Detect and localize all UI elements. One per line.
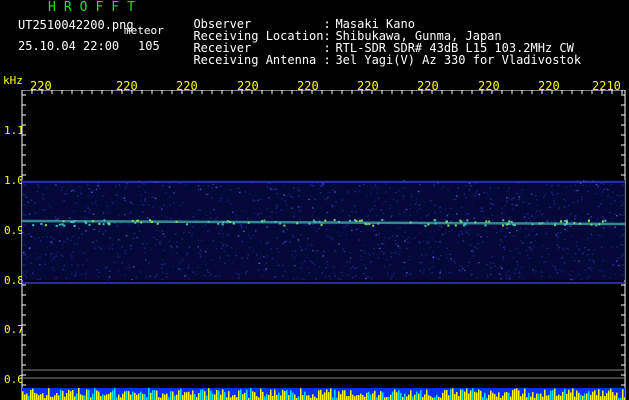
info-row-receiver: Receiver: RTL-SDR SDR# 43dB L15 103.2MHz …	[179, 30, 573, 54]
meteor-label: meteor	[124, 24, 164, 37]
info-row-observer: Observer: Masaki Kano	[179, 6, 414, 30]
filename: UT2510042200.png	[18, 18, 134, 32]
baseline-strip	[22, 388, 626, 400]
info-row-antenna: Receiving Antenna:3el Yagi(V) Az 330 for…	[179, 42, 581, 66]
info-value: 3el Yagi(V) Az 330 for Vladivostok	[335, 53, 582, 67]
info-label: Receiving Antenna	[193, 53, 317, 67]
noise-band	[22, 180, 625, 284]
datetime: 25.10.04 22:00	[18, 39, 120, 53]
info-row-location: Receiving Location: Shibukawa, Gunma, Jap…	[179, 18, 501, 42]
meteor-count: 105	[138, 39, 160, 53]
spectrogram-plot	[21, 90, 626, 400]
y-unit-label: kHz	[3, 74, 23, 87]
app-title: HROFFT	[48, 0, 143, 15]
info-sep: :	[323, 53, 331, 67]
